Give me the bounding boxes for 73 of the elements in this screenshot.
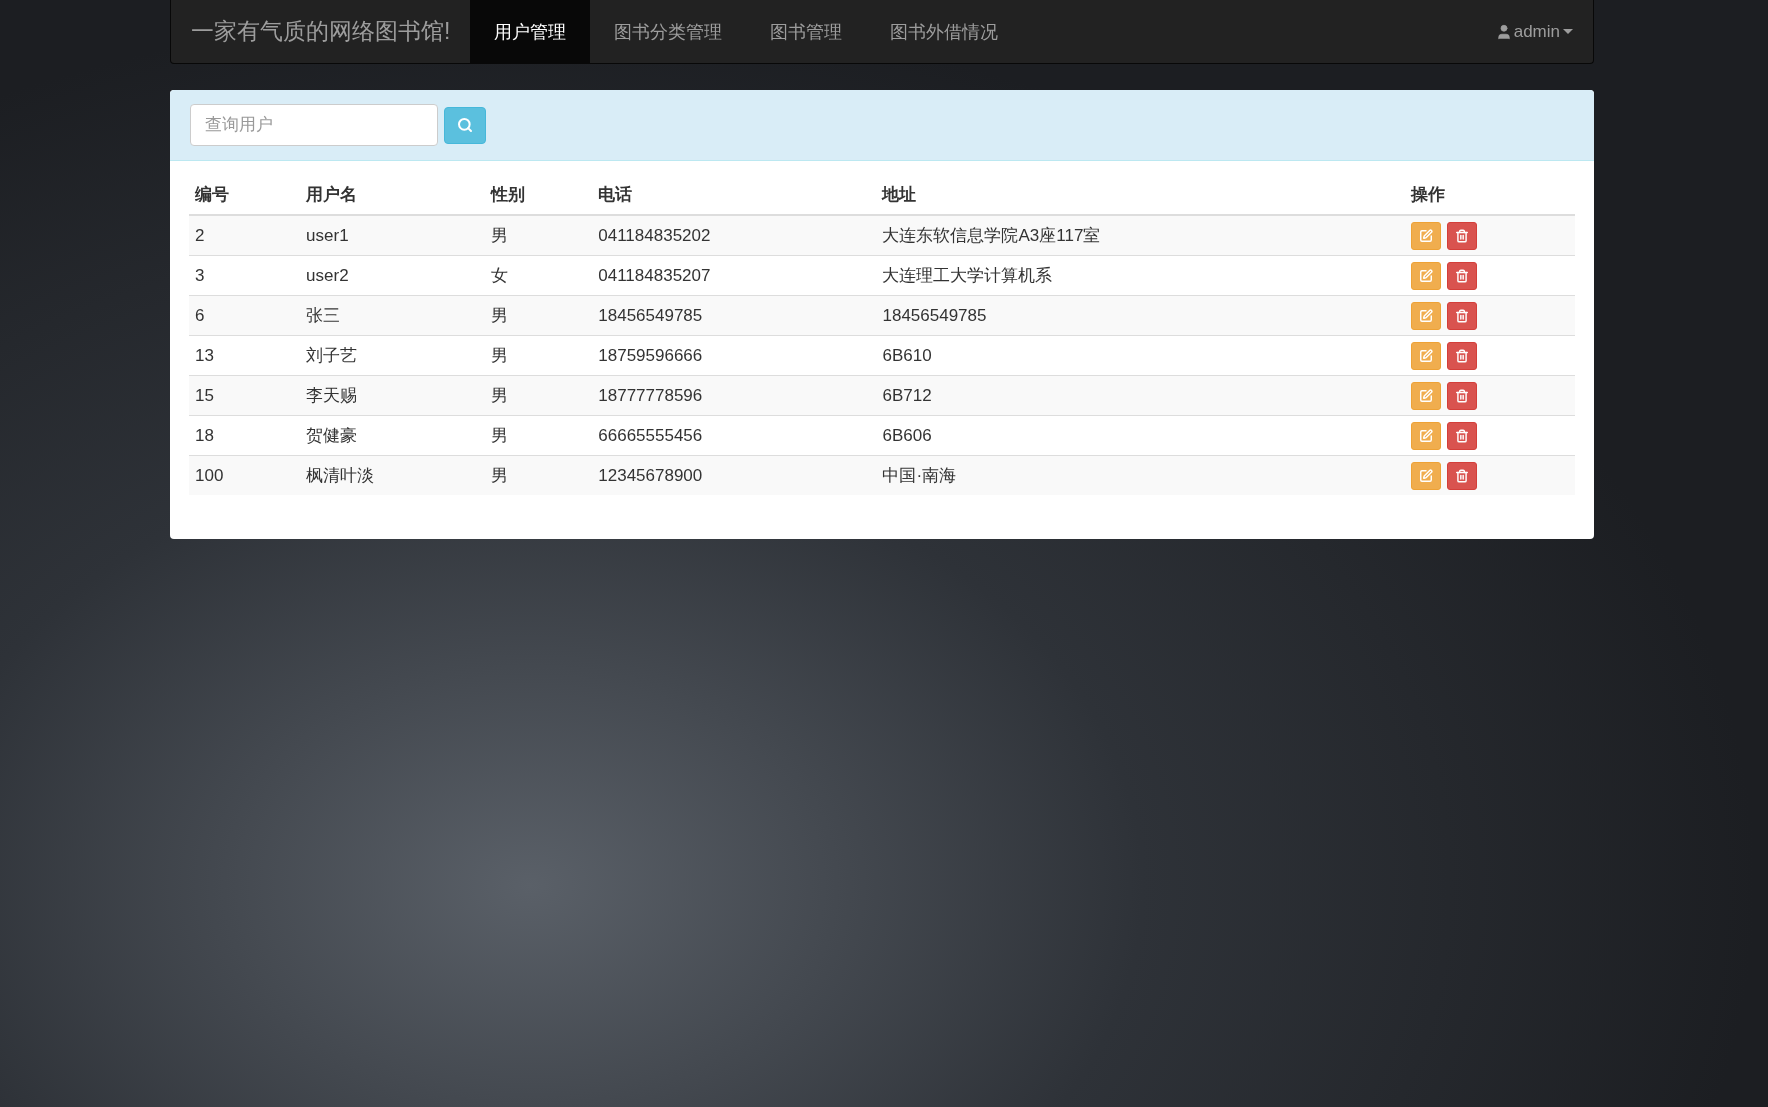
user-menu[interactable]: admin (1474, 0, 1593, 63)
table-cell: 男 (485, 335, 593, 376)
table-cell: 男 (485, 215, 593, 256)
edit-button[interactable] (1410, 421, 1441, 450)
table-cell: 12345678900 (592, 455, 877, 495)
table-cell: 18 (189, 415, 301, 456)
table-cell: 15 (189, 375, 301, 416)
table-cell: 6B712 (876, 375, 1405, 416)
table-cell: 男 (485, 415, 593, 456)
table-cell: 6 (189, 295, 301, 336)
table-cell: 13 (189, 335, 301, 376)
table-cell: 男 (485, 295, 593, 336)
table-cell: 6B610 (876, 335, 1405, 376)
table-cell: 女 (485, 255, 593, 296)
table-cell: 张三 (300, 295, 486, 336)
trash-icon (1454, 428, 1469, 443)
search-field[interactable]: 查询用户 (190, 104, 438, 146)
table-cell: 李天赐 (300, 375, 486, 416)
table-cell: 6B606 (876, 415, 1405, 456)
edit-icon (1418, 348, 1433, 363)
edit-button[interactable] (1410, 461, 1441, 490)
delete-button[interactable] (1446, 301, 1477, 330)
table-cell: 18759596666 (592, 335, 877, 376)
edit-button[interactable] (1410, 341, 1441, 370)
edit-icon (1418, 228, 1433, 243)
edit-icon (1418, 388, 1433, 403)
edit-icon (1418, 308, 1433, 323)
table-cell: 18456549785 (592, 295, 877, 336)
edit-icon (1418, 428, 1433, 443)
nav-tab[interactable]: 图书管理 (746, 0, 867, 63)
table-cell: 100 (189, 455, 301, 495)
table-cell: user1 (300, 215, 486, 256)
table-cell: 大连东软信息学院A3座117室 (876, 215, 1405, 256)
nav-tab[interactable]: 图书分类管理 (590, 0, 747, 63)
delete-button[interactable] (1446, 421, 1477, 450)
edit-button[interactable] (1410, 301, 1441, 330)
table-cell: 大连理工大学计算机系 (876, 255, 1405, 296)
table-cell: 中国·南海 (876, 455, 1405, 495)
edit-button[interactable] (1410, 221, 1441, 250)
trash-icon (1454, 348, 1469, 363)
caret-icon (1563, 29, 1573, 34)
table-cell: 刘子艺 (300, 335, 486, 376)
trash-icon (1454, 308, 1469, 323)
trash-icon (1454, 268, 1469, 283)
delete-button[interactable] (1446, 341, 1477, 370)
table-cell: 贺健豪 (300, 415, 486, 456)
delete-button[interactable] (1446, 381, 1477, 410)
table-cell: 男 (485, 455, 593, 495)
table-cell: 2 (189, 215, 301, 256)
trash-icon (1454, 388, 1469, 403)
delete-button[interactable] (1446, 461, 1477, 490)
table-cell: 男 (485, 375, 593, 416)
edit-icon (1418, 468, 1433, 483)
search-icon (457, 117, 473, 133)
table-cell: 041184835207 (592, 255, 877, 296)
edit-button[interactable] (1410, 381, 1441, 410)
delete-button[interactable] (1446, 221, 1477, 250)
nav-tab[interactable]: 用户管理 (470, 0, 591, 63)
table-cell: 18777778596 (592, 375, 877, 416)
nav-tab[interactable]: 图书外借情况 (866, 0, 1023, 63)
table-cell: 041184835202 (592, 215, 877, 256)
delete-button[interactable] (1446, 261, 1477, 290)
search-button[interactable] (444, 106, 486, 144)
edit-button[interactable] (1410, 261, 1441, 290)
table-cell: 枫清叶淡 (300, 455, 486, 495)
trash-icon (1454, 228, 1469, 243)
table-cell: 66665555456 (592, 415, 877, 456)
brand-title: 一家有气质的网络图书馆! (190, 17, 452, 46)
edit-icon (1418, 268, 1433, 283)
table-cell: 3 (189, 255, 301, 296)
table-cell: user2 (300, 255, 486, 296)
trash-icon (1454, 468, 1469, 483)
table-cell: 18456549785 (876, 295, 1405, 336)
